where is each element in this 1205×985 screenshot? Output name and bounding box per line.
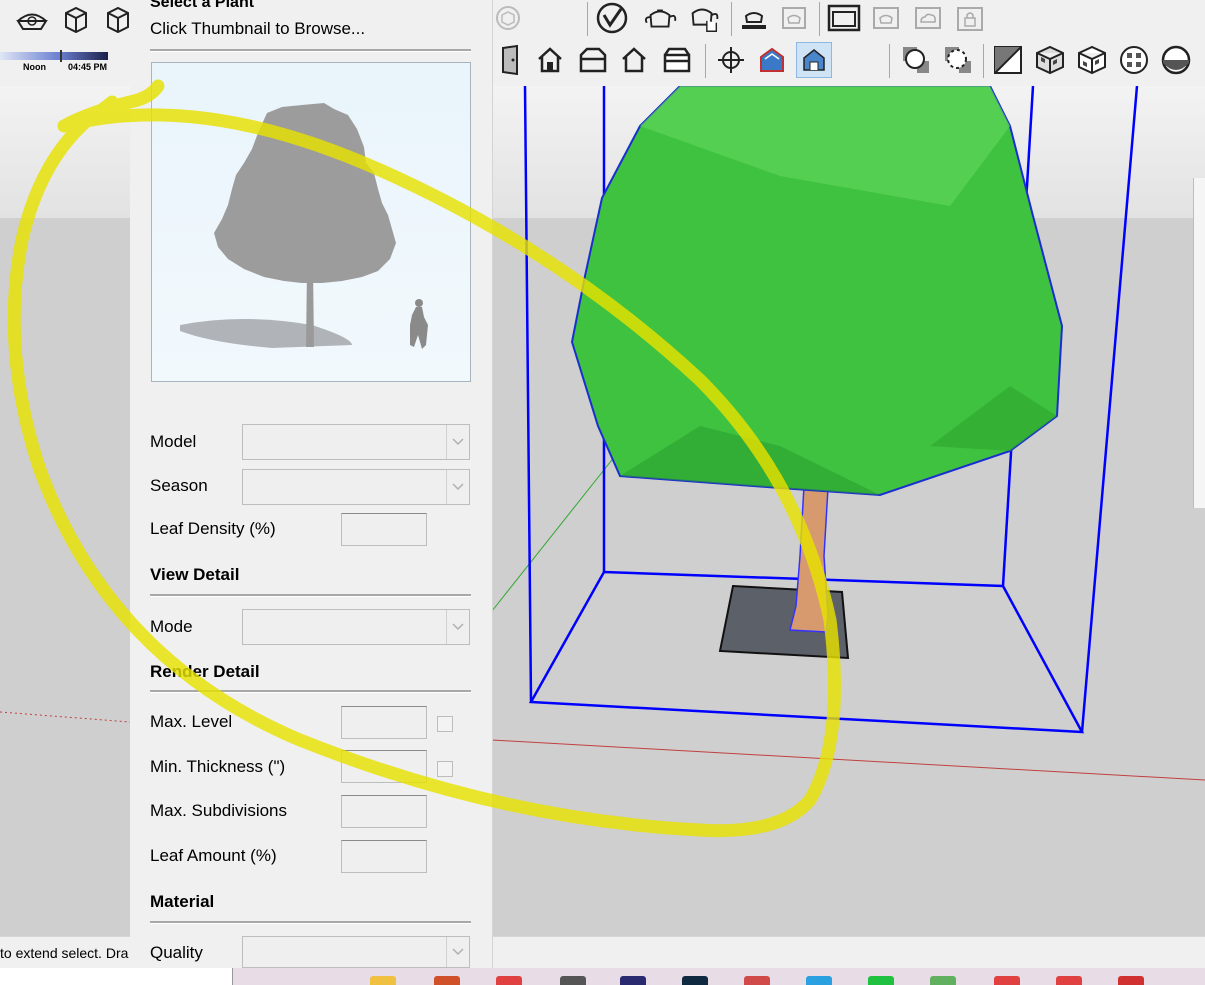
quality-label: Quality bbox=[150, 943, 203, 962]
taskbar-app-7[interactable] bbox=[744, 976, 770, 985]
cube-checker-icon[interactable] bbox=[1032, 42, 1068, 78]
taskbar-search-box[interactable] bbox=[0, 968, 233, 985]
disabled-tool-icon bbox=[490, 0, 526, 36]
min-thickness-label: Min. Thickness (") bbox=[150, 757, 286, 776]
render-region-icon bbox=[776, 0, 812, 36]
checker-ball-icon[interactable] bbox=[1116, 42, 1152, 78]
season-select[interactable] bbox=[242, 469, 470, 505]
sphere-shadow-icon[interactable] bbox=[898, 42, 934, 78]
divider bbox=[150, 594, 471, 597]
vfb-window-icon[interactable] bbox=[826, 0, 862, 36]
half-sphere-icon[interactable] bbox=[1158, 42, 1194, 78]
house-outline-icon[interactable] bbox=[616, 42, 652, 78]
render-detail-heading: Render Detail bbox=[150, 662, 260, 681]
shadow-settings-icon[interactable] bbox=[14, 2, 50, 38]
taskbar-app-folder[interactable] bbox=[370, 976, 396, 985]
leaf-density-input[interactable] bbox=[341, 513, 427, 546]
taskbar-app-6[interactable] bbox=[682, 976, 708, 985]
min-thickness-input[interactable] bbox=[341, 750, 427, 783]
taskbar-app-8[interactable] bbox=[806, 976, 832, 985]
taskbar-app-3[interactable] bbox=[496, 976, 522, 985]
windows-taskbar bbox=[0, 968, 1205, 985]
plant-selector-panel: Select a Plant Click Thumbnail to Browse… bbox=[130, 0, 493, 968]
mode-select[interactable] bbox=[242, 609, 470, 645]
chevron-down-icon bbox=[446, 937, 469, 967]
plant-thumbnail[interactable] bbox=[151, 62, 471, 382]
house-top-icon[interactable] bbox=[575, 42, 611, 78]
panel-title: Select a Plant bbox=[150, 0, 255, 11]
chevron-down-icon bbox=[446, 425, 469, 459]
frame-buffer-icon[interactable] bbox=[736, 0, 772, 36]
max-subdivisions-label: Max. Subdivisions bbox=[150, 801, 288, 820]
taskbar-app-9[interactable] bbox=[868, 976, 894, 985]
orbit-target-icon[interactable] bbox=[713, 42, 749, 78]
quality-select[interactable] bbox=[242, 936, 470, 968]
tree-base-plate bbox=[718, 584, 850, 660]
tree-trunk bbox=[789, 485, 829, 633]
taskbar-app-2[interactable] bbox=[434, 976, 460, 985]
max-level-checkbox[interactable] bbox=[437, 716, 453, 732]
material-heading: Material bbox=[150, 892, 215, 911]
house-front-icon[interactable] bbox=[532, 42, 568, 78]
tree-silhouette-icon bbox=[180, 103, 428, 349]
model-select[interactable] bbox=[242, 424, 470, 460]
side-panel-tab[interactable] bbox=[1193, 178, 1205, 508]
shadow-time-slider[interactable]: Noon 04:45 PM bbox=[0, 50, 110, 74]
max-level-input[interactable] bbox=[341, 706, 427, 739]
leaf-amount-input[interactable] bbox=[341, 840, 427, 873]
status-text: to extend select. Dra bbox=[0, 945, 129, 961]
season-label: Season bbox=[150, 476, 208, 495]
leaf-amount-label: Leaf Amount (%) bbox=[150, 846, 277, 865]
checker-diagonal-icon[interactable] bbox=[990, 42, 1026, 78]
dashed-sphere-icon[interactable] bbox=[940, 42, 976, 78]
shadow-time-noon-label: Noon bbox=[23, 62, 46, 72]
house-selected-icon[interactable] bbox=[796, 42, 832, 78]
leaf-density-label: Leaf Density (%) bbox=[150, 519, 276, 538]
cloud-render-icon bbox=[910, 0, 946, 36]
push-cube-icon[interactable] bbox=[58, 0, 94, 36]
model-label: Model bbox=[150, 432, 197, 451]
taskbar-app-11[interactable] bbox=[994, 976, 1020, 985]
teapot-cloud-icon bbox=[868, 0, 904, 36]
taskbar-app-5[interactable] bbox=[620, 976, 646, 985]
taskbar-app-10[interactable] bbox=[930, 976, 956, 985]
divider bbox=[150, 690, 471, 693]
taskbar-app-13[interactable] bbox=[1118, 976, 1144, 985]
house-xray-icon[interactable] bbox=[754, 42, 790, 78]
chevron-down-icon bbox=[446, 610, 469, 644]
vray-logo-icon[interactable] bbox=[594, 0, 630, 36]
cube-checker-2-icon[interactable] bbox=[1074, 42, 1110, 78]
max-level-label: Max. Level bbox=[150, 712, 233, 731]
door-icon[interactable] bbox=[492, 42, 528, 78]
view-detail-heading: View Detail bbox=[150, 565, 240, 584]
teapot-interactive-icon[interactable] bbox=[686, 0, 722, 36]
lock-icon bbox=[952, 0, 988, 36]
shadow-time-value: 04:45 PM bbox=[68, 62, 108, 72]
divider bbox=[150, 921, 471, 924]
taskbar-app-4[interactable] bbox=[560, 976, 586, 985]
mode-label: Mode bbox=[150, 617, 193, 636]
max-subdivisions-input[interactable] bbox=[341, 795, 427, 828]
taskbar-app-12[interactable] bbox=[1056, 976, 1082, 985]
min-thickness-checkbox[interactable] bbox=[437, 761, 453, 777]
panel-subtitle: Click Thumbnail to Browse... bbox=[150, 19, 366, 38]
chevron-down-icon bbox=[446, 470, 469, 504]
divider bbox=[150, 49, 471, 52]
teapot-render-icon[interactable] bbox=[642, 0, 678, 36]
house-side-icon[interactable] bbox=[659, 42, 695, 78]
